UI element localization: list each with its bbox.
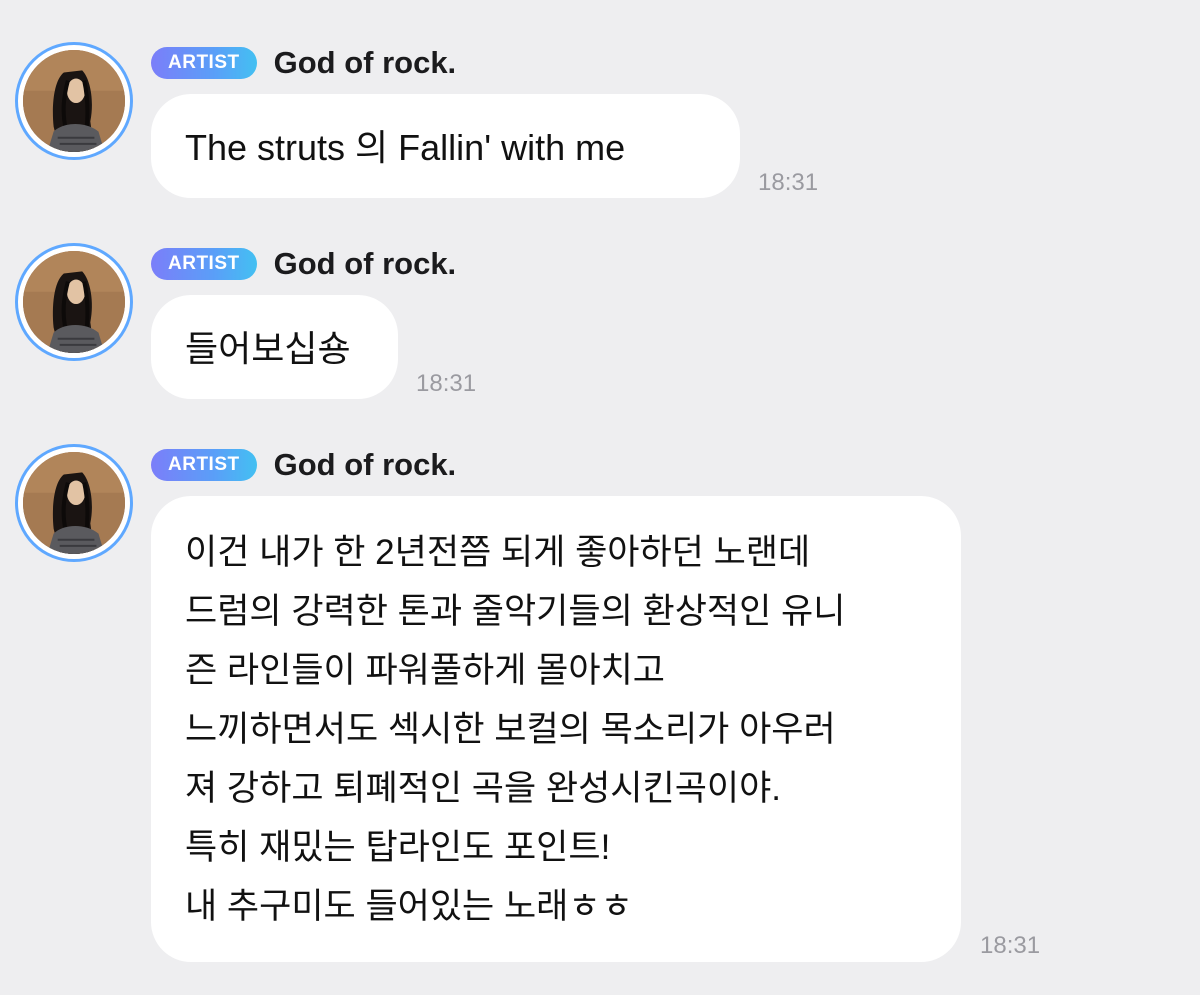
sender-name: God of rock. — [273, 45, 457, 80]
artist-badge: ARTIST — [151, 248, 257, 280]
sender-name: God of rock. — [273, 246, 457, 281]
message-text: 들어보십숑 — [185, 328, 351, 369]
message-text: The struts 의 Fallin' with me — [185, 127, 626, 168]
artist-avatar[interactable] — [15, 42, 133, 160]
artist-badge: ARTIST — [151, 47, 257, 79]
message-time: 18:31 — [758, 169, 819, 196]
chat-message: ARTIST God of rock. 들어보십숑 18:31 — [0, 243, 1200, 403]
artist-badge: ARTIST — [151, 449, 257, 481]
sender-name: God of rock. — [273, 447, 457, 482]
message-time: 18:31 — [980, 932, 1041, 959]
artist-avatar[interactable] — [15, 243, 133, 361]
avatar-photo — [23, 452, 125, 554]
message-text: 이건 내가 한 2년전쯤 되게 좋아하던 노랜데 드럼의 강력한 톤과 줄악기들… — [185, 533, 846, 926]
message-header: ARTIST God of rock. — [151, 246, 457, 281]
message-bubble[interactable]: The struts 의 Fallin' with me — [151, 94, 740, 198]
chat-message: ARTIST God of rock. 이건 내가 한 2년전쯤 되게 좋아하던… — [0, 444, 1200, 964]
avatar-photo — [23, 251, 125, 353]
chat-message: ARTIST God of rock. The struts 의 Fallin'… — [0, 42, 1200, 202]
message-time: 18:31 — [416, 370, 477, 397]
message-bubble[interactable]: 이건 내가 한 2년전쯤 되게 좋아하던 노랜데 드럼의 강력한 톤과 줄악기들… — [151, 496, 961, 962]
artist-avatar[interactable] — [15, 444, 133, 562]
message-bubble[interactable]: 들어보십숑 — [151, 295, 398, 399]
message-header: ARTIST God of rock. — [151, 447, 457, 482]
message-header: ARTIST God of rock. — [151, 45, 457, 80]
avatar-photo — [23, 50, 125, 152]
